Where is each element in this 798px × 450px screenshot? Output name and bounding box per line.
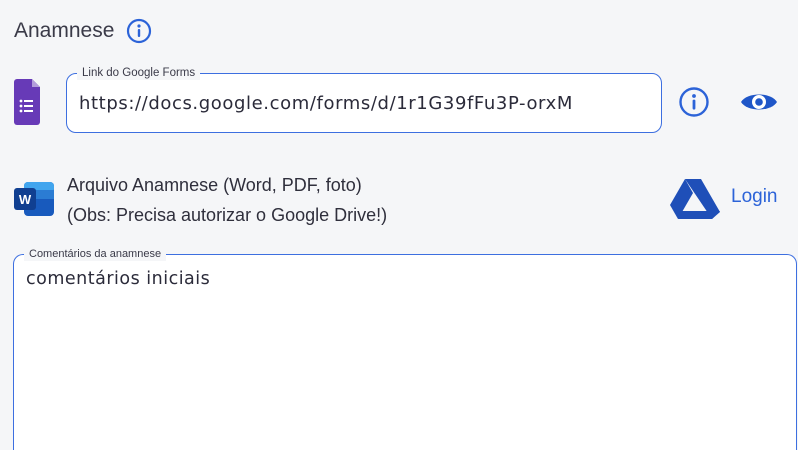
- anamnese-panel: Anamnese Link do Google Forms https://do…: [0, 0, 798, 450]
- google-drive-icon[interactable]: [668, 177, 722, 226]
- info-icon[interactable]: [126, 18, 152, 44]
- word-icon: W: [14, 180, 56, 218]
- comments-textarea[interactable]: comentários iniciais: [26, 269, 776, 419]
- word-file-description: Arquivo Anamnese (Word, PDF, foto) (Obs:…: [67, 170, 387, 230]
- google-forms-icon: [14, 79, 40, 125]
- svg-text:W: W: [19, 192, 32, 207]
- comments-legend: Comentários da anamnese: [24, 247, 167, 261]
- word-file-title: Arquivo Anamnese (Word, PDF, foto): [67, 175, 362, 195]
- google-forms-link-field: Link do Google Forms: [66, 66, 662, 133]
- google-forms-link-input[interactable]: [79, 88, 651, 118]
- eye-icon[interactable]: [739, 86, 779, 123]
- word-file-note: (Obs: Precisa autorizar o Google Drive!): [67, 205, 388, 225]
- drive-login-link[interactable]: Login: [731, 186, 778, 208]
- info-icon[interactable]: [678, 86, 710, 123]
- section-header: Anamnese: [14, 14, 152, 48]
- anamnese-comments-field: Comentários da anamnese comentários inic…: [13, 247, 797, 450]
- google-forms-legend: Link do Google Forms: [77, 66, 201, 80]
- section-title: Anamnese: [14, 19, 115, 42]
